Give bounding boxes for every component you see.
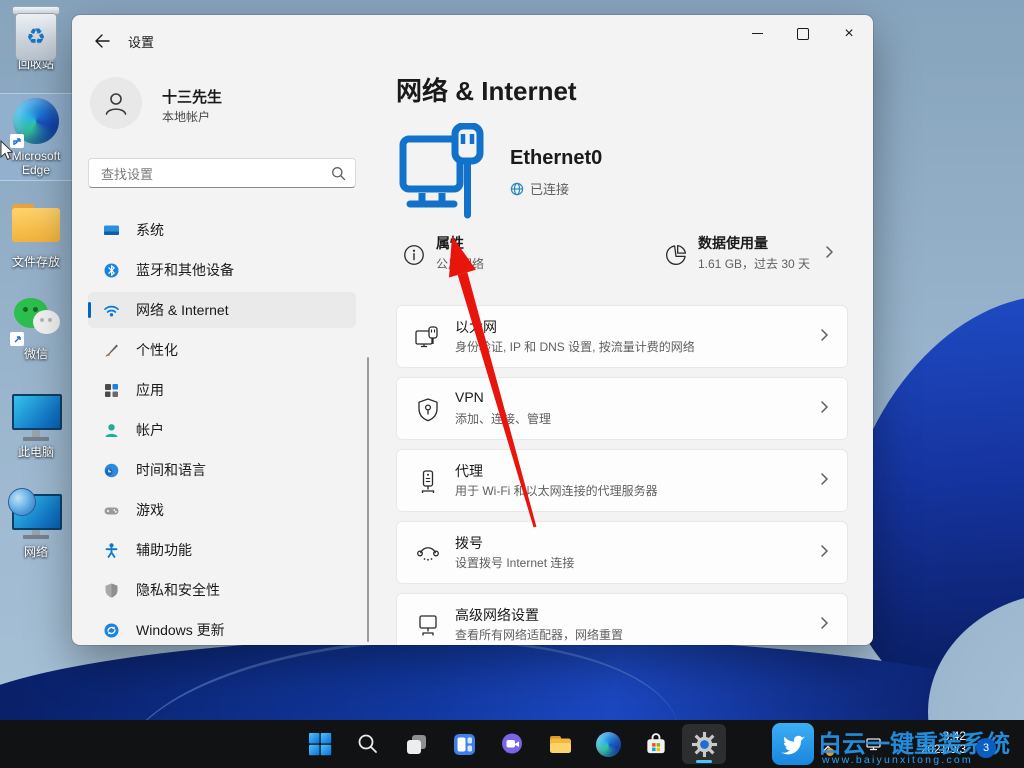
sidebar-item-system[interactable]: 系统 bbox=[88, 212, 356, 248]
desktop-icon-network[interactable]: 网络 bbox=[0, 488, 72, 559]
windows-update-icon bbox=[103, 622, 120, 639]
file-explorer-button[interactable] bbox=[538, 724, 582, 764]
personalization-brush-icon bbox=[103, 342, 120, 359]
desktop-icon-this-pc[interactable]: 此电脑 bbox=[0, 392, 72, 459]
desktop-icon-wechat[interactable]: 微信 bbox=[0, 296, 72, 361]
pie-chart-icon bbox=[664, 243, 688, 272]
sidebar-item-bluetooth[interactable]: 蓝牙和其他设备 bbox=[88, 252, 356, 288]
taskbar-search-button[interactable] bbox=[346, 724, 390, 764]
close-button[interactable]: × bbox=[826, 15, 872, 52]
chat-button[interactable] bbox=[490, 724, 534, 764]
card-dialup[interactable]: 拨号 设置拨号 Internet 连接 bbox=[396, 521, 848, 584]
page-title: 网络 & Internet bbox=[396, 71, 577, 108]
store-button[interactable] bbox=[634, 724, 678, 764]
sidebar-item-time-language[interactable]: 时间和语言 bbox=[88, 452, 356, 488]
edge-icon bbox=[12, 98, 60, 146]
sidebar-item-personalization[interactable]: 个性化 bbox=[88, 332, 356, 368]
accounts-icon bbox=[103, 422, 120, 439]
folder-icon bbox=[12, 204, 60, 252]
settings-gear-icon bbox=[691, 731, 718, 758]
task-view-icon bbox=[404, 732, 429, 757]
watermark-url: www.baiyunxitong.com bbox=[822, 754, 973, 766]
ethernet-card-icon bbox=[414, 324, 442, 357]
gaming-icon bbox=[103, 502, 120, 519]
window-title: 设置 bbox=[128, 32, 154, 51]
settings-search[interactable] bbox=[88, 158, 356, 188]
file-explorer-icon bbox=[547, 731, 574, 758]
desktop-icon-edge[interactable]: Microsoft Edge bbox=[0, 94, 72, 180]
card-vpn[interactable]: VPN 添加、连接、管理 bbox=[396, 377, 848, 440]
apps-icon bbox=[103, 382, 120, 399]
search-input[interactable] bbox=[99, 160, 328, 188]
chevron-right-icon bbox=[817, 472, 831, 491]
wifi-icon bbox=[103, 302, 120, 319]
sidebar-scrollbar[interactable] bbox=[367, 357, 369, 642]
card-advanced-network[interactable]: 高级网络设置 查看所有网络适配器，网络重置 bbox=[396, 593, 848, 645]
this-pc-icon bbox=[12, 394, 60, 442]
card-ethernet[interactable]: 以太网 身份验证, IP 和 DNS 设置, 按流量计费的网络 bbox=[396, 305, 848, 368]
chevron-right-icon bbox=[817, 544, 831, 563]
sidebar-item-network-internet[interactable]: 网络 & Internet bbox=[88, 292, 356, 328]
connection-status: 已连接 bbox=[510, 179, 569, 198]
desktop-icon-folder[interactable]: 文件存放 bbox=[0, 200, 72, 269]
recycle-bin-icon: ♻ bbox=[12, 6, 60, 54]
sidebar-item-privacy-security[interactable]: 隐私和安全性 bbox=[88, 572, 356, 608]
store-icon bbox=[643, 731, 669, 757]
sidebar-item-accessibility[interactable]: 辅助功能 bbox=[88, 532, 356, 568]
settings-window: 设置 × 十三先生 本地帐户 系统 蓝牙和其他设备 网络 & Internet bbox=[72, 15, 873, 645]
user-name: 十三先生 bbox=[162, 86, 222, 107]
proxy-server-icon bbox=[414, 468, 442, 501]
start-button[interactable] bbox=[298, 724, 342, 764]
sidebar-item-gaming[interactable]: 游戏 bbox=[88, 492, 356, 528]
bluetooth-icon bbox=[103, 262, 120, 279]
active-app-indicator bbox=[696, 760, 712, 763]
task-view-button[interactable] bbox=[394, 724, 438, 764]
privacy-shield-icon bbox=[103, 582, 120, 599]
wechat-icon bbox=[12, 296, 60, 344]
settings-button[interactable] bbox=[682, 724, 726, 764]
edge-icon bbox=[596, 732, 621, 757]
advanced-network-icon bbox=[414, 612, 442, 645]
windows-logo-icon bbox=[307, 731, 333, 757]
accessibility-icon bbox=[103, 542, 120, 559]
info-icon bbox=[402, 243, 426, 272]
desktop-icon-recycle-bin[interactable]: ♻ 回收站 bbox=[0, 6, 72, 71]
search-icon bbox=[356, 732, 380, 756]
ethernet-hero-icon bbox=[398, 123, 484, 226]
dialup-phone-icon bbox=[414, 540, 442, 573]
system-icon bbox=[103, 222, 120, 239]
widgets-icon bbox=[452, 732, 477, 757]
bird-logo-icon bbox=[772, 723, 814, 765]
avatar[interactable] bbox=[90, 77, 142, 129]
back-button[interactable] bbox=[86, 25, 118, 57]
network-icon bbox=[12, 494, 60, 542]
chat-icon bbox=[499, 731, 525, 757]
shortcut-arrow-icon bbox=[10, 332, 24, 346]
card-proxy[interactable]: 代理 用于 Wi-Fi 和以太网连接的代理服务器 bbox=[396, 449, 848, 512]
user-account-type: 本地帐户 bbox=[162, 108, 210, 125]
sidebar-item-windows-update[interactable]: Windows 更新 bbox=[88, 612, 356, 645]
sidebar-item-apps[interactable]: 应用 bbox=[88, 372, 356, 408]
chevron-right-icon bbox=[822, 245, 836, 264]
chevron-right-icon bbox=[817, 400, 831, 419]
vpn-shield-icon bbox=[414, 396, 442, 429]
search-icon bbox=[331, 166, 346, 186]
time-language-icon bbox=[103, 462, 120, 479]
chevron-right-icon bbox=[817, 328, 831, 347]
edge-button[interactable] bbox=[586, 724, 630, 764]
sidebar-item-accounts[interactable]: 帐户 bbox=[88, 412, 356, 448]
connection-name: Ethernet0 bbox=[510, 147, 602, 170]
minimize-button[interactable] bbox=[734, 15, 780, 52]
chevron-right-icon bbox=[817, 616, 831, 635]
maximize-button[interactable] bbox=[780, 15, 826, 52]
globe-icon bbox=[510, 182, 524, 196]
widgets-button[interactable] bbox=[442, 724, 486, 764]
notification-badge[interactable]: 3 bbox=[976, 738, 996, 758]
shortcut-arrow-icon bbox=[10, 134, 24, 148]
